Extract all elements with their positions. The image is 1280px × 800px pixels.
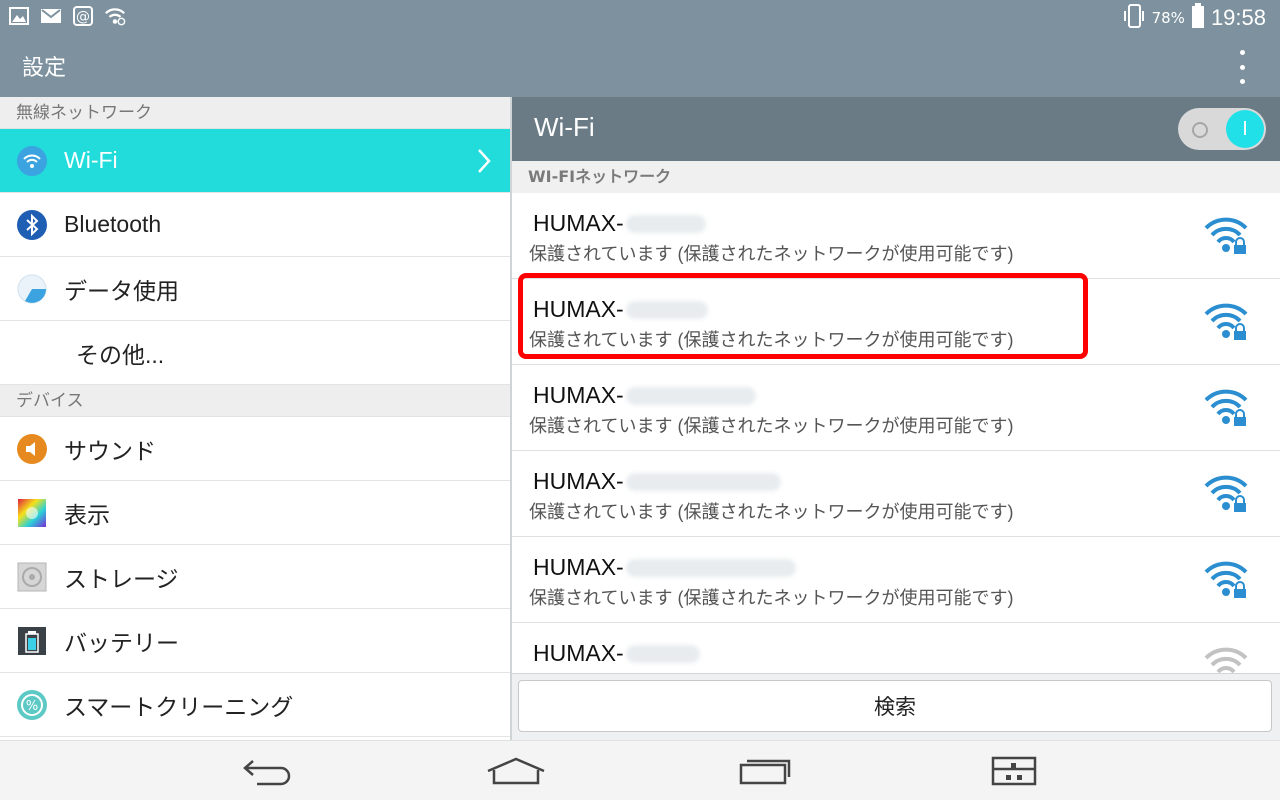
wifi-signal-weak-icon <box>1204 647 1248 673</box>
data-usage-icon <box>16 273 48 305</box>
picture-icon <box>8 5 30 27</box>
settings-item-more[interactable]: その他... <box>0 321 510 385</box>
settings-item-wifi[interactable]: Wi-Fi <box>0 129 510 193</box>
wifi-network-list[interactable]: HUMAX- 保護されています (保護されたネットワークが使用可能です) HUM… <box>512 193 1280 673</box>
smart-cleaning-icon: % <box>16 689 48 721</box>
settings-item-bluetooth[interactable]: Bluetooth <box>0 193 510 257</box>
wifi-network-item[interactable]: HUMAX- 保護されています (保護されたネットワークが使用可能です) <box>512 451 1280 537</box>
network-ssid: HUMAX- <box>533 210 706 237</box>
settings-item-label: バッテリー <box>64 629 179 656</box>
settings-item-storage[interactable]: ストレージ <box>0 545 510 609</box>
network-status: 保護されています (保護されたネットワークが使用可能です) <box>529 244 1014 264</box>
settings-category-list: 無線ネットワーク Wi-Fi Bluetooth データ使用 その他... デバ… <box>0 97 510 740</box>
scan-button-bar: 検索 <box>512 673 1280 740</box>
battery-icon <box>1191 3 1205 33</box>
navigation-bar <box>0 740 1280 800</box>
wifi-network-item[interactable]: HUMAX- 保護されています (保護されたネットワークが使用可能です) <box>512 537 1280 623</box>
dual-window-icon[interactable] <box>984 751 1044 791</box>
toggle-knob: I <box>1226 110 1264 148</box>
network-ssid: HUMAX- <box>533 554 796 581</box>
wifi-signal-locked-icon <box>1204 389 1248 426</box>
svg-text:%: % <box>26 699 38 714</box>
network-status: 保護されています (保護されたネットワークが使用可能です) <box>529 502 1014 522</box>
settings-item-label: 表示 <box>64 501 110 528</box>
wifi-header: Wi-Fi I <box>512 97 1280 161</box>
settings-item-label: Bluetooth <box>64 211 162 237</box>
chevron-right-icon <box>476 147 492 179</box>
battery-percent: 78% <box>1151 9 1185 27</box>
svg-text:@: @ <box>76 9 90 25</box>
sound-icon <box>16 433 48 465</box>
network-status: 保護されています (保護されたネットワークが使用可能です) <box>529 330 1014 350</box>
status-bar: @ 78% 19:58 <box>0 0 1280 36</box>
wifi-network-item[interactable]: HUMAX- <box>512 623 1280 673</box>
battery-settings-icon <box>16 625 48 657</box>
display-icon <box>16 497 48 529</box>
settings-item-label: Wi-Fi <box>64 147 118 173</box>
overflow-menu-icon[interactable] <box>1232 50 1252 84</box>
network-status: 保護されています (保護されたネットワークが使用可能です) <box>529 588 1014 608</box>
settings-item-data-usage[interactable]: データ使用 <box>0 257 510 321</box>
storage-icon <box>16 561 48 593</box>
network-status: 保護されています (保護されたネットワークが使用可能です) <box>529 416 1014 436</box>
settings-item-label: データ使用 <box>64 277 179 304</box>
network-ssid: HUMAX- <box>533 296 708 323</box>
settings-item-label: ストレージ <box>64 565 179 592</box>
wifi-signal-locked-icon <box>1204 303 1248 340</box>
settings-item-display[interactable]: 表示 <box>0 481 510 545</box>
system-status: 78% 19:58 <box>1122 3 1266 33</box>
network-ssid: HUMAX- <box>533 640 700 667</box>
wifi-notification-icon <box>104 5 126 27</box>
vibrate-icon <box>1122 3 1146 33</box>
settings-item-label: スマートクリーニング <box>64 693 294 720</box>
wifi-signal-locked-icon <box>1204 561 1248 598</box>
settings-item-smart-cleaning[interactable]: % スマートクリーニング <box>0 673 510 737</box>
section-header-wireless: 無線ネットワーク <box>0 97 510 129</box>
wifi-icon <box>16 145 48 177</box>
scan-button[interactable]: 検索 <box>518 680 1272 732</box>
settings-item-battery[interactable]: バッテリー <box>0 609 510 673</box>
section-header-device: デバイス <box>0 385 510 417</box>
network-ssid: HUMAX- <box>533 468 781 495</box>
notification-icons: @ <box>8 5 126 27</box>
wifi-networks-header: WI-FIネットワーク <box>512 161 1280 193</box>
wifi-signal-locked-icon <box>1204 475 1248 512</box>
settings-item-sound[interactable]: サウンド <box>0 417 510 481</box>
settings-item-label: サウンド <box>64 437 156 464</box>
network-ssid: HUMAX- <box>533 382 756 409</box>
toggle-off-indicator <box>1192 122 1208 138</box>
at-email-icon: @ <box>72 5 94 27</box>
action-bar: 設定 <box>0 36 1280 97</box>
clock: 19:58 <box>1210 5 1266 30</box>
wifi-title: Wi-Fi <box>534 112 595 142</box>
wifi-network-item[interactable]: HUMAX- 保護されています (保護されたネットワークが使用可能です) <box>512 365 1280 451</box>
recent-apps-icon[interactable] <box>735 751 795 791</box>
settings-item-label: その他... <box>76 341 165 368</box>
wifi-network-item[interactable]: HUMAX- 保護されています (保護されたネットワークが使用可能です) <box>512 279 1280 365</box>
wifi-network-item[interactable]: HUMAX- 保護されています (保護されたネットワークが使用可能です) <box>512 193 1280 279</box>
gmail-icon <box>40 5 62 27</box>
back-icon[interactable] <box>237 751 297 791</box>
home-icon[interactable] <box>486 751 546 791</box>
wifi-toggle[interactable]: I <box>1178 108 1266 150</box>
wifi-signal-locked-icon <box>1204 217 1248 254</box>
bluetooth-icon <box>16 209 48 241</box>
wifi-detail-pane: Wi-Fi I WI-FIネットワーク HUMAX- 保護されています (保護さ… <box>512 97 1280 740</box>
page-title: 設定 <box>22 56 67 81</box>
